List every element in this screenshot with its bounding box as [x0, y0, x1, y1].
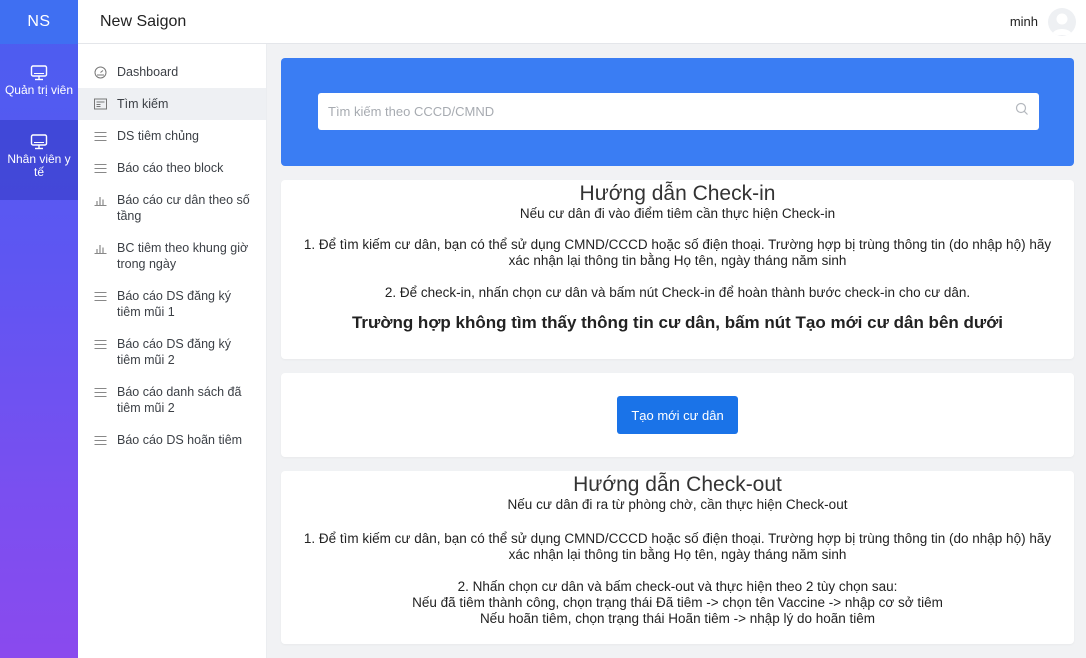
checkin-note: Trường hợp không tìm thấy thông tin cư d… — [351, 313, 1004, 332]
sidebar-item-dose2-done-report[interactable]: Báo cáo danh sách đã tiêm mũi 2 — [78, 376, 266, 424]
sidebar-item-floor-report[interactable]: Báo cáo cư dân theo số tầng — [78, 184, 266, 232]
sidebar-item-label: Báo cáo cư dân theo số tầng — [117, 193, 250, 223]
sidebar-item-time-report[interactable]: BC tiêm theo khung giờ trong ngày — [78, 232, 266, 280]
monitor-icon — [30, 64, 48, 84]
checkout-step-1: 1. Để tìm kiếm cư dân, bạn có thể sử dụn… — [303, 531, 1052, 562]
bar-chart-icon — [94, 240, 108, 256]
checkout-option-vaccinated: Nếu đã tiêm thành công, chọn trạng thái … — [412, 595, 943, 610]
list-icon — [94, 128, 108, 144]
sidebar-item-dashboard[interactable]: Dashboard — [78, 56, 266, 88]
list-icon — [94, 384, 108, 400]
checkin-guide-subtitle: Nếu cư dân đi vào điểm tiêm cần thực hiệ… — [519, 206, 836, 221]
sidebar-item-label: Dashboard — [117, 65, 179, 79]
sidebar-item-label: BC tiêm theo khung giờ trong ngày — [117, 241, 249, 271]
list-icon — [94, 288, 108, 304]
sidebar-item-label: Báo cáo danh sách đã tiêm mũi 2 — [117, 385, 242, 415]
sidebar-item-block-report[interactable]: Báo cáo theo block — [78, 152, 266, 184]
sidebar-item-label: DS tiêm chủng — [117, 129, 199, 143]
avatar[interactable] — [1048, 7, 1076, 36]
rail-item-medical-staff[interactable]: Nhân viên y tế — [0, 120, 78, 200]
header: New Saigon minh — [78, 0, 1086, 44]
search-input[interactable] — [328, 104, 1015, 119]
sidebar-item-label: Báo cáo theo block — [117, 161, 224, 175]
create-resident-button[interactable]: Tạo mới cư dân — [617, 396, 738, 434]
list-icon — [94, 432, 108, 448]
sidebar-item-label: Tìm kiếm — [117, 97, 169, 111]
sidebar-item-vaccination-list[interactable]: DS tiêm chủng — [78, 120, 266, 152]
search-panel — [281, 58, 1074, 166]
sidebar-item-label: Báo cáo DS hoãn tiêm — [117, 433, 243, 447]
checkout-guide-subtitle: Nếu cư dân đi ra từ phòng chờ, cần thực … — [507, 497, 848, 512]
app-logo[interactable]: NS — [0, 0, 78, 44]
rail-item-admin[interactable]: Quản trị viên — [0, 44, 78, 120]
checkout-guide-card: Hướng dẫn Check-out Nếu cư dân đi ra từ … — [281, 471, 1074, 644]
rail-item-label: Quản trị viên — [4, 83, 74, 97]
dashboard-icon — [94, 64, 108, 80]
list-icon — [94, 160, 108, 176]
checkin-guide-title: Hướng dẫn Check-in — [579, 182, 776, 205]
sidebar-item-label: Báo cáo DS đăng ký tiêm mũi 2 — [117, 337, 231, 367]
sidebar-item-search[interactable]: Tìm kiếm — [78, 88, 266, 120]
app-rail: NS Quản trị viên Nhân viên y tế — [0, 0, 78, 658]
search-card-icon — [94, 96, 108, 112]
monitor-icon — [30, 133, 48, 153]
actions-card: Tạo mới cư dân — [281, 373, 1074, 457]
bar-chart-icon — [94, 192, 108, 208]
list-icon — [94, 336, 108, 352]
app-title: New Saigon — [100, 12, 187, 30]
checkout-step-2: 2. Nhấn chọn cư dân và bấm check-out và … — [457, 579, 898, 594]
search-box[interactable] — [318, 93, 1039, 130]
sidebar: Dashboard Tìm kiếm DS tiêm chủng Báo cáo… — [78, 44, 267, 658]
sidebar-item-dose1-report[interactable]: Báo cáo DS đăng ký tiêm mũi 1 — [78, 280, 266, 328]
rail-item-label: Nhân viên y tế — [7, 152, 71, 179]
main-content: Hướng dẫn Check-in Nếu cư dân đi vào điể… — [267, 44, 1086, 658]
checkin-step-2: 2. Để check-in, nhấn chọn cư dân và bấm … — [384, 285, 971, 300]
sidebar-item-label: Báo cáo DS đăng ký tiêm mũi 1 — [117, 289, 231, 319]
checkin-step-1: 1. Để tìm kiếm cư dân, bạn có thể sử dụn… — [303, 237, 1052, 268]
sidebar-item-dose2-report[interactable]: Báo cáo DS đăng ký tiêm mũi 2 — [78, 328, 266, 376]
search-icon[interactable] — [1015, 102, 1029, 121]
username: minh — [1009, 14, 1038, 29]
sidebar-item-postponed-report[interactable]: Báo cáo DS hoãn tiêm — [78, 424, 266, 456]
user-menu[interactable]: minh — [1009, 7, 1076, 36]
checkin-guide-card: Hướng dẫn Check-in Nếu cư dân đi vào điể… — [281, 180, 1074, 359]
checkout-guide-title: Hướng dẫn Check-out — [573, 473, 782, 496]
checkout-option-postponed: Nếu hoãn tiêm, chọn trạng thái Hoãn tiêm… — [479, 611, 876, 626]
